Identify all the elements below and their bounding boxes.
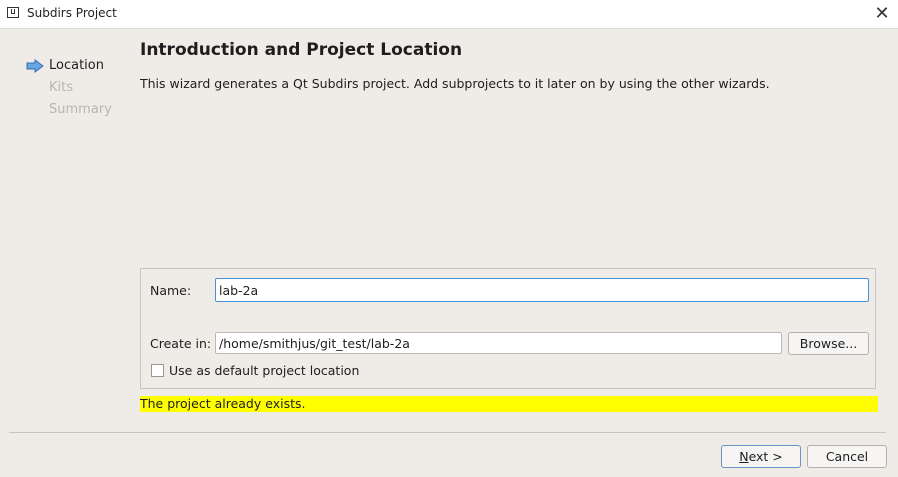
- create-in-label: Create in:: [150, 336, 212, 351]
- page-title: Introduction and Project Location: [140, 40, 463, 60]
- default-location-checkbox[interactable]: [151, 364, 164, 377]
- next-button[interactable]: Next >: [721, 445, 801, 468]
- step-summary: Summary: [49, 102, 112, 117]
- title-bar: Subdirs Project ✕: [0, 0, 898, 29]
- close-icon[interactable]: ✕: [872, 4, 892, 24]
- intro-text: This wizard generates a Qt Subdirs proje…: [140, 76, 770, 91]
- step-kits: Kits: [49, 80, 74, 95]
- default-location-label[interactable]: Use as default project location: [169, 363, 359, 378]
- window-title: Subdirs Project: [27, 6, 117, 20]
- browse-button[interactable]: Browse...: [788, 332, 869, 355]
- app-icon: [7, 7, 19, 18]
- button-separator: [9, 432, 886, 433]
- name-label: Name:: [150, 283, 192, 298]
- name-input[interactable]: [215, 278, 869, 302]
- cancel-button[interactable]: Cancel: [807, 445, 887, 468]
- step-location: Location: [49, 58, 104, 73]
- create-in-input[interactable]: [215, 332, 782, 354]
- warning-text: The project already exists.: [140, 396, 306, 411]
- warning-banner: The project already exists.: [140, 396, 878, 412]
- next-mnemonic: N: [739, 449, 749, 464]
- next-label-rest: ext >: [748, 449, 783, 464]
- current-step-arrow-icon: [26, 59, 44, 73]
- project-location-form: Name: Create in: Browse... Use as defaul…: [140, 268, 876, 389]
